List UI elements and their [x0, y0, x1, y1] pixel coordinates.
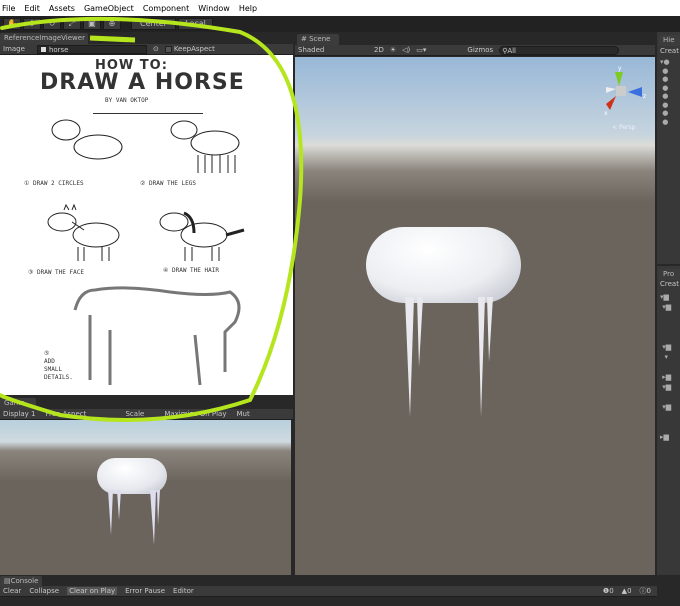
scene-viewport[interactable]: y z x < Persp — [295, 57, 655, 575]
move-icon[interactable]: ✥ — [23, 18, 41, 30]
mute-audio-toggle[interactable]: Mut — [236, 410, 249, 418]
scene-panel: # Scene Shaded 2D ☀ ◁) ▭▾ Gizmos ⚲All y … — [295, 32, 655, 575]
scale-slider[interactable]: Scale — [125, 410, 144, 418]
reference-image: HOW TO: DRAW A HORSE BY VAN OKTOP ① DRAW… — [0, 55, 293, 395]
hierarchy-items[interactable]: ▾● ● ● ● ● ● ● ● — [660, 58, 670, 126]
effects-dropdown-icon[interactable]: ▭▾ — [416, 46, 426, 54]
menu-component[interactable]: Component — [143, 4, 189, 13]
tab-project[interactable]: Pro — [659, 269, 680, 280]
object-picker-icon[interactable]: ⊙ — [153, 45, 159, 53]
menu-help[interactable]: Help — [239, 4, 257, 13]
image-label: Image — [3, 45, 25, 53]
console-panel: ▤Console Clear Collapse Clear on Play Er… — [0, 575, 657, 606]
space-button[interactable]: Local — [178, 18, 213, 30]
tab-scene[interactable]: # Scene — [297, 34, 339, 45]
reference-viewer-panel: ReferenceImageViewer Image horse ⊙ KeepA… — [0, 32, 293, 395]
scene-grid-icon: # — [301, 35, 307, 43]
tab-reference-image-viewer[interactable]: ReferenceImageViewer — [0, 33, 88, 44]
lighting-toggle-icon[interactable]: ☀ — [390, 46, 396, 54]
keep-aspect-label: KeepAspect — [173, 45, 215, 53]
collapse-button[interactable]: Collapse — [29, 587, 59, 595]
menu-assets[interactable]: Assets — [49, 4, 75, 13]
scale-icon[interactable]: ⤢ — [63, 18, 81, 30]
pivot-button[interactable]: Center — [131, 18, 176, 30]
game-panel: Game Display 1 Free Aspect Scale Maximiz… — [0, 397, 293, 575]
rotate-icon[interactable]: ↻ — [43, 18, 61, 30]
console-icon: ▤ — [4, 577, 11, 585]
horse-legs — [405, 297, 493, 417]
hierarchy-panel: Hie Creat ▾● ● ● ● ● ● ● ● — [657, 32, 680, 264]
error-pause-toggle[interactable]: Error Pause — [125, 587, 165, 595]
2d-toggle[interactable]: 2D — [374, 46, 384, 54]
menu-edit[interactable]: Edit — [24, 4, 40, 13]
error-count-toggle[interactable]: ⓘ0 — [640, 586, 651, 596]
warning-count-toggle[interactable]: ▲0 — [622, 587, 632, 595]
transform-icon[interactable]: ⊕ — [103, 18, 121, 30]
persp-label: < Persp — [612, 124, 636, 131]
step-4-caption: ④ DRAW THE HAIR — [163, 267, 219, 274]
main-toolbar: ✋ ✥ ↻ ⤢ ▣ ⊕ Center Local — [0, 16, 680, 32]
step-3-caption: ③ DRAW THE FACE — [28, 269, 84, 276]
gizmos-dropdown[interactable]: Gizmos — [467, 46, 493, 54]
maximize-on-play-toggle[interactable]: Maximize On Play — [164, 410, 226, 418]
project-panel: Pro Creat ▾▆ ▾▆ ▾▆ ▾ ▸▆ ▾▆ ▾▆ ▸▆ — [657, 266, 680, 575]
texture-icon — [39, 46, 47, 53]
tab-game[interactable]: Game — [0, 398, 36, 409]
clear-button[interactable]: Clear — [3, 587, 21, 595]
menu-file[interactable]: File — [2, 4, 15, 13]
x-axis-label: x — [604, 110, 608, 117]
image-field-row: Image horse ⊙ KeepAspect — [0, 44, 293, 55]
menu-window[interactable]: Window — [198, 4, 230, 13]
y-axis-label: y — [618, 65, 622, 72]
game-toolbar: Display 1 Free Aspect Scale Maximize On … — [0, 409, 293, 420]
scene-search-input[interactable]: ⚲All — [499, 45, 620, 55]
clear-on-play-toggle[interactable]: Clear on Play — [67, 587, 118, 595]
tab-hierarchy[interactable]: Hie — [659, 35, 680, 46]
scene-orientation-gizmo[interactable]: y z x < Persp — [598, 62, 648, 132]
step-1-caption: ① DRAW 2 CIRCLES — [24, 180, 84, 187]
horse-legs — [108, 490, 160, 545]
image-value: horse — [48, 45, 69, 54]
hand-icon[interactable]: ✋ — [3, 18, 21, 30]
game-viewport[interactable] — [0, 420, 291, 575]
hierarchy-create-button[interactable]: Creat — [660, 47, 679, 55]
aspect-dropdown[interactable]: Free Aspect — [45, 410, 115, 418]
shading-mode-dropdown[interactable]: Shaded — [298, 46, 368, 54]
menu-gameobject[interactable]: GameObject — [84, 4, 134, 13]
step-2-caption: ② DRAW THE LEGS — [140, 180, 196, 187]
audio-toggle-icon[interactable]: ◁) — [402, 46, 410, 54]
z-axis-label: z — [643, 93, 646, 100]
step-5-caption: ⑤ ADD SMALL DETAILS. — [44, 350, 73, 381]
display-dropdown[interactable]: Display 1 — [3, 410, 35, 418]
menu-bar: File Edit Assets GameObject Component Wi… — [0, 0, 680, 16]
keep-aspect-toggle[interactable]: KeepAspect — [164, 45, 215, 53]
console-toolbar: Clear Collapse Clear on Play Error Pause… — [0, 586, 657, 597]
info-count-toggle[interactable]: ❶0 — [603, 587, 614, 595]
rect-icon[interactable]: ▣ — [83, 18, 101, 30]
editor-dropdown[interactable]: Editor — [173, 587, 194, 595]
horse-sketches — [47, 119, 245, 386]
project-folder-tree[interactable]: ▾▆ ▾▆ ▾▆ ▾ ▸▆ ▾▆ ▾▆ ▸▆ — [660, 292, 671, 442]
scene-toolbar: Shaded 2D ☀ ◁) ▭▾ Gizmos ⚲All — [295, 45, 655, 56]
image-object-field[interactable]: horse — [36, 44, 147, 54]
project-create-button[interactable]: Creat — [660, 280, 679, 288]
